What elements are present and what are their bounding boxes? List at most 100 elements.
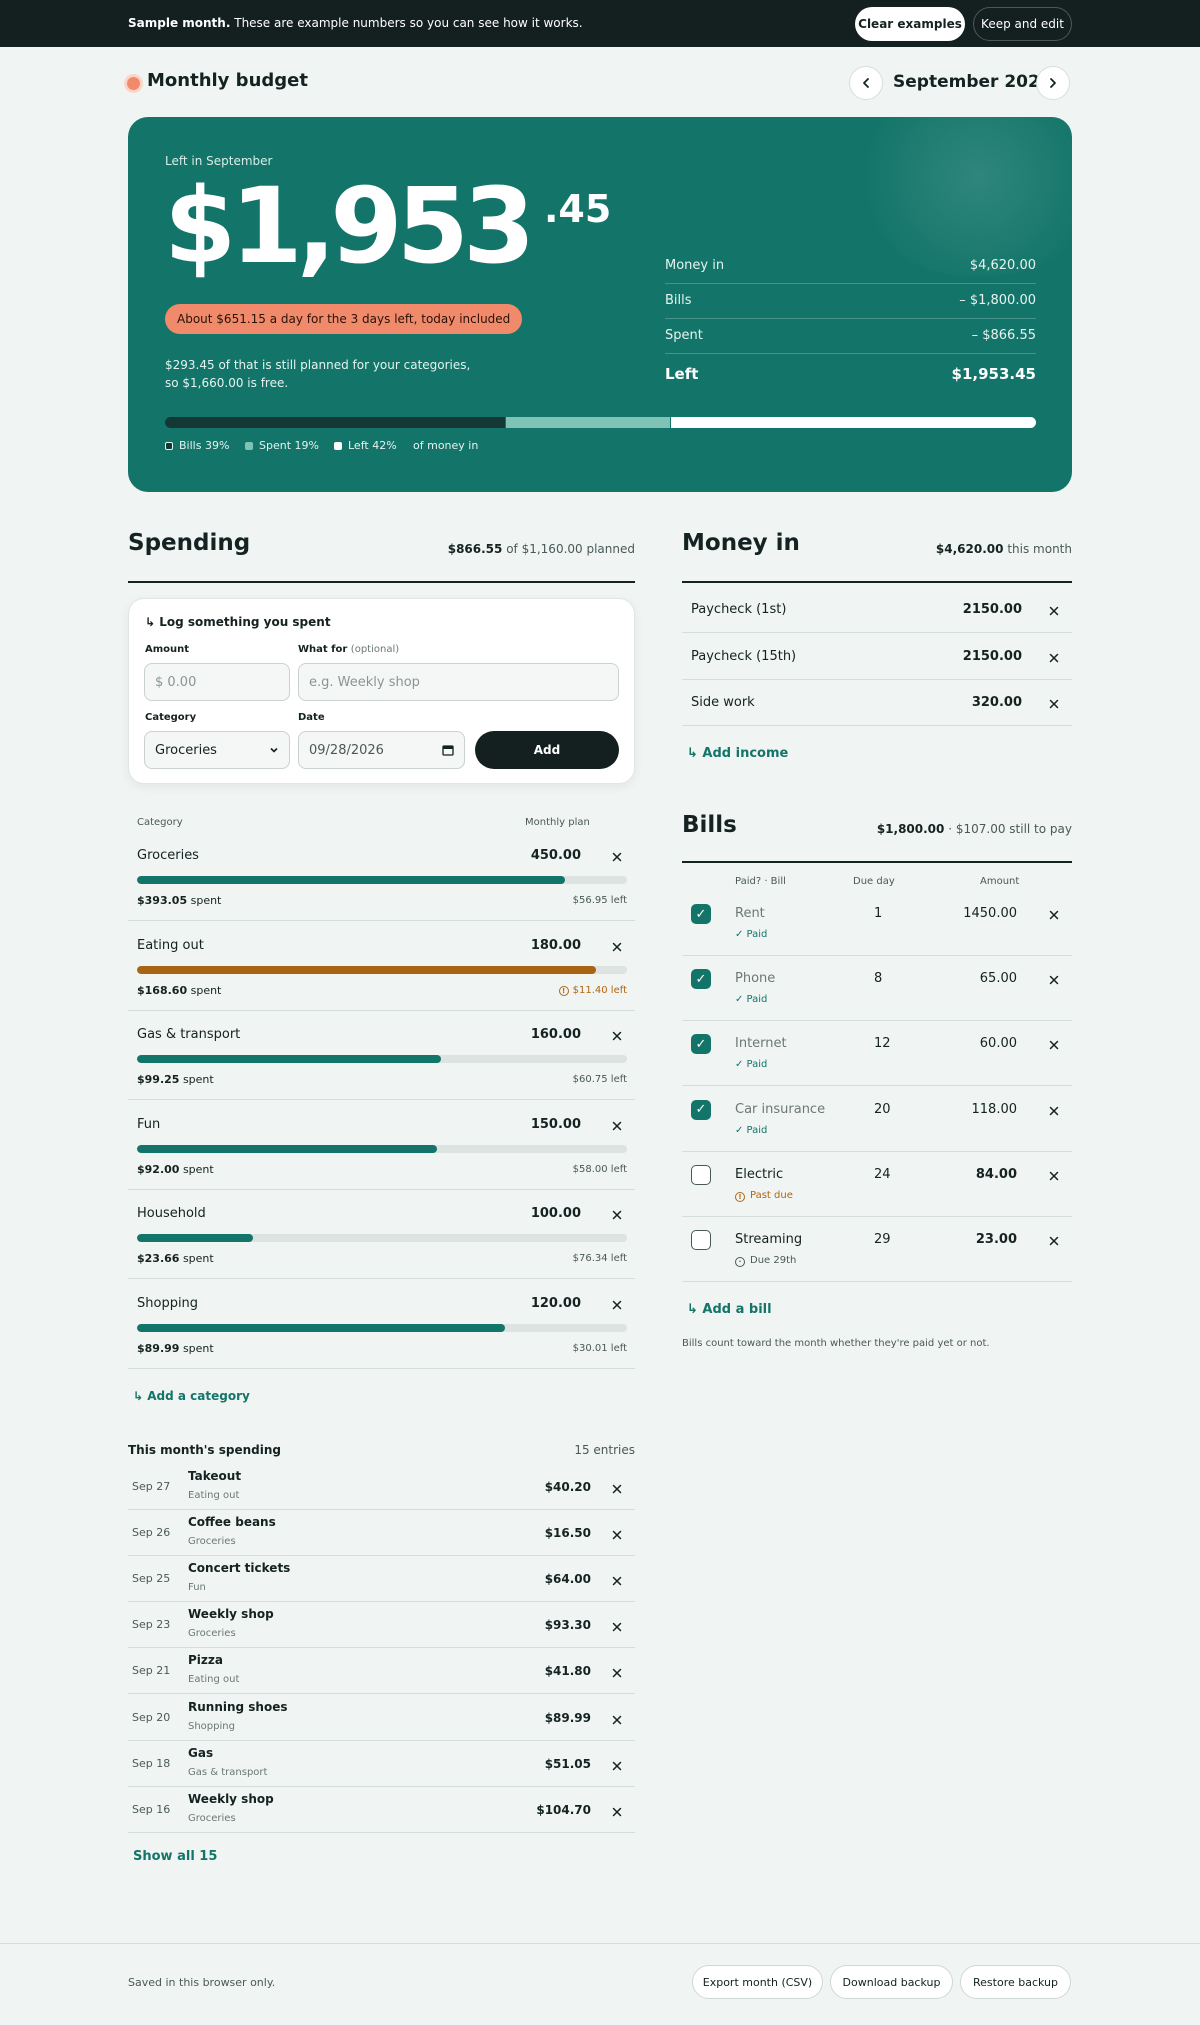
remove-entry-button[interactable] xyxy=(612,1620,622,1635)
what-for-input[interactable]: e.g. Weekly shop xyxy=(298,663,619,701)
category-left: $76.34 left xyxy=(573,1253,627,1264)
remove-bill-button[interactable] xyxy=(1049,1169,1059,1184)
restore-backup-button[interactable]: Restore backup xyxy=(960,1965,1071,1999)
paid-checkbox[interactable]: ✓ xyxy=(691,1034,711,1055)
remove-bill-button[interactable] xyxy=(1049,973,1059,988)
remove-category-button[interactable] xyxy=(612,1119,622,1134)
remove-income-button[interactable] xyxy=(1049,651,1059,666)
remove-income-button[interactable] xyxy=(1049,697,1059,712)
bill-due-day[interactable]: 12 xyxy=(874,1036,891,1051)
show-all-link[interactable]: Show all 15 xyxy=(133,1849,217,1864)
export-csv-button[interactable]: Export month (CSV) xyxy=(692,1965,823,1999)
category-spent: $23.66 spent xyxy=(137,1252,214,1265)
category-plan[interactable]: 180.00 xyxy=(531,938,581,953)
entry-row: Sep 21 Pizza Eating out $41.80 xyxy=(128,1648,635,1695)
remove-entry-button[interactable] xyxy=(612,1713,622,1728)
entry-name: Takeout xyxy=(188,1469,242,1483)
bill-name[interactable]: Phone xyxy=(735,971,775,986)
bill-amount[interactable]: 65.00 xyxy=(980,971,1017,986)
add-bill-link[interactable]: ↳ Add a bill xyxy=(687,1302,772,1317)
amount-input[interactable]: $ 0.00 xyxy=(144,663,290,701)
paid-checkbox[interactable]: ✓ xyxy=(691,969,711,990)
paid-checkbox[interactable] xyxy=(691,1230,711,1250)
income-name[interactable]: Side work xyxy=(691,695,755,710)
remove-entry-button[interactable] xyxy=(612,1482,622,1497)
income-amount[interactable]: 2150.00 xyxy=(963,649,1022,664)
category-plan[interactable]: 160.00 xyxy=(531,1027,581,1042)
remove-category-button[interactable] xyxy=(612,1029,622,1044)
income-amount[interactable]: 2150.00 xyxy=(963,602,1022,617)
bill-amount[interactable]: 1450.00 xyxy=(963,906,1017,921)
bill-amount[interactable]: 60.00 xyxy=(980,1036,1017,1051)
paid-checkbox[interactable] xyxy=(691,1164,711,1185)
remove-entry-button[interactable] xyxy=(612,1759,622,1774)
clear-examples-button[interactable]: Clear examples xyxy=(855,7,965,41)
free-note: so $1,660.00 is free. xyxy=(165,376,289,390)
date-input[interactable]: 09/28/2026 xyxy=(298,731,465,769)
remove-entry-button[interactable] xyxy=(612,1805,622,1820)
remove-bill-button[interactable] xyxy=(1049,1104,1059,1119)
bill-amount[interactable]: 118.00 xyxy=(972,1102,1018,1117)
category-row: Groceries 450.00 $393.05 spent $56.95 left xyxy=(128,832,635,921)
bill-due-day[interactable]: 24 xyxy=(874,1167,891,1182)
category-plan[interactable]: 120.00 xyxy=(531,1296,581,1311)
banner-bold: Sample month. xyxy=(128,16,231,30)
remove-bill-button[interactable] xyxy=(1049,908,1059,923)
income-name[interactable]: Paycheck (1st) xyxy=(691,602,786,617)
bill-due-day[interactable]: 8 xyxy=(874,971,882,986)
bill-name[interactable]: Car insurance xyxy=(735,1102,825,1117)
remove-category-button[interactable] xyxy=(612,850,622,865)
category-plan[interactable]: 150.00 xyxy=(531,1117,581,1132)
category-select[interactable]: Groceries xyxy=(144,731,290,769)
bills-total: $1,800.00 · $107.00 still to pay xyxy=(877,822,1072,836)
next-month-button[interactable] xyxy=(1036,66,1070,100)
bill-due-day[interactable]: 29 xyxy=(874,1232,891,1247)
add-expense-button[interactable]: Add xyxy=(475,731,619,769)
bill-amount[interactable]: 84.00 xyxy=(976,1167,1017,1182)
category-progress-track xyxy=(137,1144,627,1153)
download-backup-button[interactable]: Download backup xyxy=(830,1965,953,1999)
column-due-day: Due day xyxy=(853,876,895,887)
left-summary-card: Left in September $1,953 .45 About $651.… xyxy=(128,117,1072,492)
category-row: Eating out 180.00 $168.60 spent! $11.40 lef… xyxy=(128,922,635,1011)
prev-month-button[interactable] xyxy=(849,66,883,100)
keep-and-edit-button[interactable]: Keep and edit xyxy=(973,7,1072,41)
paid-checkbox[interactable]: ✓ xyxy=(691,1099,711,1120)
column-amount: Amount xyxy=(980,876,1020,887)
close-icon xyxy=(1049,1171,1059,1181)
category-left-text: $11.40 left xyxy=(572,984,627,996)
banner-text: These are example numbers so you can see… xyxy=(234,16,583,30)
income-name[interactable]: Paycheck (15th) xyxy=(691,649,796,664)
bill-name[interactable]: Electric xyxy=(735,1167,783,1182)
app-title: Monthly budget xyxy=(147,70,308,91)
summary-left: Left $1,953.45 xyxy=(665,365,1036,383)
category-progress-track xyxy=(137,876,627,884)
remove-entry-button[interactable] xyxy=(612,1574,622,1589)
add-category-link[interactable]: ↳ Add a category xyxy=(133,1389,250,1403)
bill-amount[interactable]: 23.00 xyxy=(976,1232,1017,1247)
remove-income-button[interactable] xyxy=(1049,604,1059,619)
add-income-link[interactable]: ↳ Add income xyxy=(687,746,788,761)
category-plan[interactable]: 450.00 xyxy=(531,848,581,863)
remove-category-button[interactable] xyxy=(612,940,622,955)
calendar-icon xyxy=(442,745,454,756)
remove-bill-button[interactable] xyxy=(1049,1234,1059,1249)
category-left: $58.00 left xyxy=(573,1164,627,1175)
remove-bill-button[interactable] xyxy=(1049,1038,1059,1053)
remove-entry-button[interactable] xyxy=(612,1528,622,1543)
remove-category-button[interactable] xyxy=(612,1298,622,1313)
bill-name[interactable]: Internet xyxy=(735,1036,787,1051)
entry-row: Sep 25 Concert tickets Fun $64.00 xyxy=(128,1556,635,1603)
paid-checkbox[interactable]: ✓ xyxy=(691,904,711,924)
remove-entry-button[interactable] xyxy=(612,1666,622,1681)
income-amount[interactable]: 320.00 xyxy=(972,695,1022,710)
bill-due-day[interactable]: 1 xyxy=(874,906,882,921)
bill-due-day[interactable]: 20 xyxy=(874,1102,891,1117)
remove-category-button[interactable] xyxy=(612,1208,622,1223)
bill-name[interactable]: Streaming xyxy=(735,1232,802,1247)
bill-name[interactable]: Rent xyxy=(735,906,765,921)
category-progress-fill xyxy=(137,965,597,974)
close-icon xyxy=(612,1210,622,1220)
bill-row: ✓ Rent ✓ Paid 1 1450.00 xyxy=(682,891,1072,956)
category-plan[interactable]: 100.00 xyxy=(531,1206,581,1221)
